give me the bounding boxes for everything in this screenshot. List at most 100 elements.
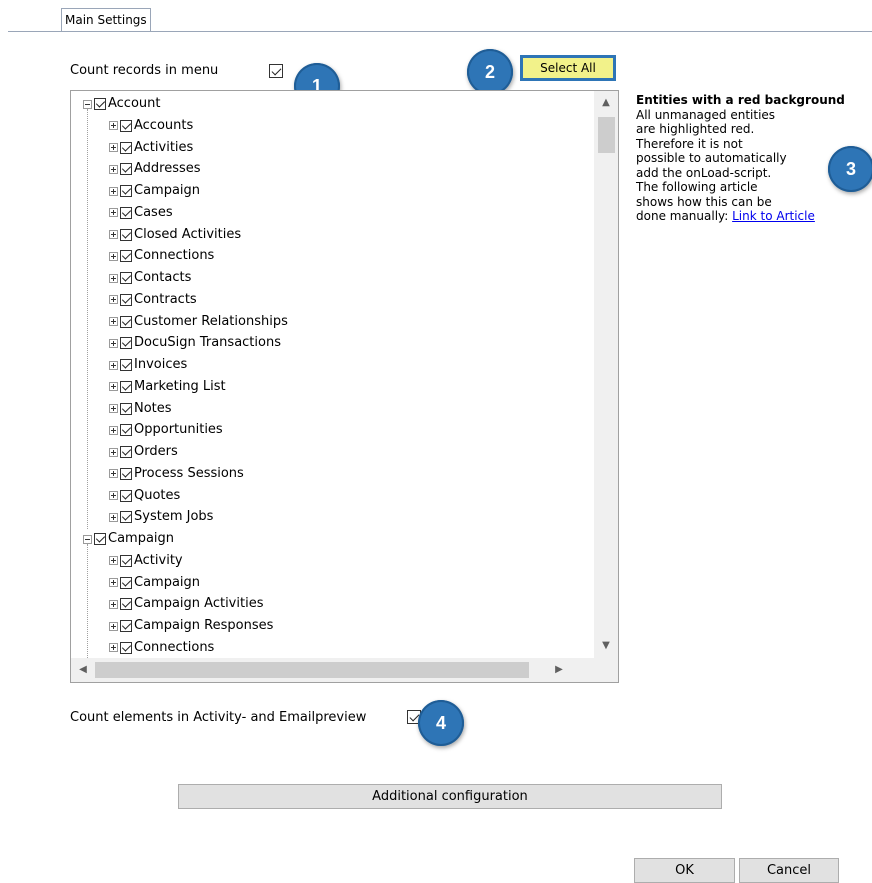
tree-checkbox[interactable]: [120, 315, 132, 328]
tree-item-row[interactable]: Connections: [109, 246, 214, 266]
expand-icon[interactable]: [109, 447, 118, 457]
collapse-icon[interactable]: [83, 99, 92, 109]
scroll-right-icon[interactable]: ▶: [547, 658, 571, 682]
expand-icon[interactable]: [109, 382, 118, 392]
tree-item-label: Marketing List: [134, 378, 226, 394]
tree-checkbox[interactable]: [120, 576, 132, 589]
expand-icon[interactable]: [109, 491, 118, 500]
tree-checkbox[interactable]: [120, 185, 132, 197]
tree-checkbox[interactable]: [94, 533, 106, 545]
tree-item-row[interactable]: Addresses: [109, 159, 201, 179]
tree-item-row[interactable]: Closed Activities: [109, 225, 241, 245]
expand-icon[interactable]: [109, 425, 118, 435]
tree-item-row[interactable]: Quotes: [109, 486, 180, 506]
tree-checkbox[interactable]: [120, 620, 132, 632]
cancel-button[interactable]: Cancel: [739, 858, 839, 883]
tree-checkbox[interactable]: [120, 228, 132, 241]
tree-checkbox[interactable]: [94, 98, 106, 110]
tree-item-row[interactable]: Activities: [109, 138, 193, 158]
tree-checkbox[interactable]: [120, 141, 132, 154]
expand-icon[interactable]: [109, 317, 118, 326]
expand-icon[interactable]: [109, 273, 118, 283]
tree-item-row[interactable]: Connections: [109, 638, 214, 658]
expand-icon[interactable]: [109, 469, 118, 479]
tree-checkbox[interactable]: [120, 206, 132, 219]
tab-underline: [8, 31, 872, 32]
tree-item-row[interactable]: Orders: [109, 442, 178, 462]
expand-icon[interactable]: [109, 556, 118, 566]
tree-checkbox[interactable]: [120, 163, 132, 176]
tree-checkbox[interactable]: [120, 489, 132, 502]
expand-icon[interactable]: [109, 404, 118, 413]
tree-checkbox[interactable]: [120, 598, 132, 611]
tree-checkbox[interactable]: [120, 424, 132, 437]
tree-group-row[interactable]: Campaign: [83, 529, 174, 549]
expand-icon[interactable]: [109, 295, 118, 305]
tree-item-row[interactable]: Opportunities: [109, 420, 223, 440]
tree-checkbox[interactable]: [120, 554, 132, 567]
expand-icon[interactable]: [109, 186, 118, 196]
expand-icon[interactable]: [109, 621, 118, 631]
article-link[interactable]: Link to Article: [732, 209, 815, 223]
expand-icon[interactable]: [109, 164, 118, 174]
tree-checkbox[interactable]: [120, 446, 132, 458]
info-line: done manually:: [636, 209, 733, 223]
tree-item-row[interactable]: Contacts: [109, 268, 191, 288]
expand-icon[interactable]: [109, 143, 118, 152]
count-records-checkbox[interactable]: [269, 64, 283, 78]
tree-item-row[interactable]: Customer Relationships: [109, 312, 288, 332]
tree-checkbox[interactable]: [120, 511, 132, 524]
expand-icon[interactable]: [109, 643, 118, 653]
entity-tree-view[interactable]: Account Accounts Activities Addresses Campai…: [70, 90, 619, 683]
expand-icon[interactable]: [109, 360, 118, 370]
tree-item-row[interactable]: Activity: [109, 551, 183, 571]
tree-item-row[interactable]: Campaign Activities: [109, 594, 263, 614]
tree-item-row[interactable]: Process Sessions: [109, 464, 244, 484]
count-elements-label: Count elements in Activity- and Emailpre…: [70, 710, 367, 725]
tree-checkbox[interactable]: [120, 359, 132, 371]
tree-checkbox[interactable]: [120, 337, 132, 350]
expand-icon[interactable]: [109, 578, 118, 587]
tree-item-row[interactable]: Marketing List: [109, 377, 226, 397]
collapse-icon[interactable]: [83, 534, 92, 544]
tree-group-row[interactable]: Account: [83, 94, 161, 114]
tree-checkbox[interactable]: [120, 467, 132, 480]
scroll-left-icon[interactable]: ◀: [71, 658, 95, 682]
tab-main-settings[interactable]: Main Settings: [61, 8, 151, 31]
expand-icon[interactable]: [109, 230, 118, 239]
tree-item-row[interactable]: Cases: [109, 203, 173, 223]
tree-item-row[interactable]: Notes: [109, 399, 172, 419]
tree-item-row[interactable]: Campaign: [109, 573, 200, 593]
callout-badge-2: 2: [467, 49, 513, 95]
select-all-button[interactable]: Select All: [520, 55, 616, 81]
tree-item-row[interactable]: Contracts: [109, 290, 197, 310]
expand-icon[interactable]: [109, 599, 118, 609]
expand-icon[interactable]: [109, 251, 118, 261]
tree-item-row[interactable]: DocuSign Transactions: [109, 333, 281, 353]
expand-icon[interactable]: [109, 208, 118, 218]
expand-icon[interactable]: [109, 512, 118, 522]
info-line: are highlighted red.: [636, 122, 755, 136]
additional-configuration-button[interactable]: Additional configuration: [178, 784, 722, 809]
horizontal-scrollbar[interactable]: ◀ ▶: [71, 658, 618, 682]
vertical-scroll-thumb[interactable]: [598, 117, 615, 153]
tree-checkbox[interactable]: [120, 119, 132, 132]
tree-item-row[interactable]: Invoices: [109, 355, 187, 375]
tree-item-row[interactable]: System Jobs: [109, 507, 213, 527]
scroll-up-icon[interactable]: ▲: [594, 91, 618, 115]
tree-item-row[interactable]: Campaign Responses: [109, 616, 273, 636]
tree-item-row[interactable]: Campaign: [109, 181, 200, 201]
tree-checkbox[interactable]: [120, 250, 132, 263]
horizontal-scroll-thumb[interactable]: [95, 662, 529, 678]
tree-checkbox[interactable]: [120, 641, 132, 654]
expand-icon[interactable]: [109, 338, 118, 348]
tree-checkbox[interactable]: [120, 380, 132, 393]
vertical-scrollbar[interactable]: ▲ ▼: [594, 91, 618, 658]
expand-icon[interactable]: [109, 121, 118, 131]
tree-checkbox[interactable]: [120, 293, 132, 306]
scroll-down-icon[interactable]: ▼: [594, 634, 618, 658]
tree-checkbox[interactable]: [120, 272, 132, 284]
tree-checkbox[interactable]: [120, 402, 132, 415]
ok-button[interactable]: OK: [634, 858, 735, 883]
tree-item-row[interactable]: Accounts: [109, 116, 193, 136]
